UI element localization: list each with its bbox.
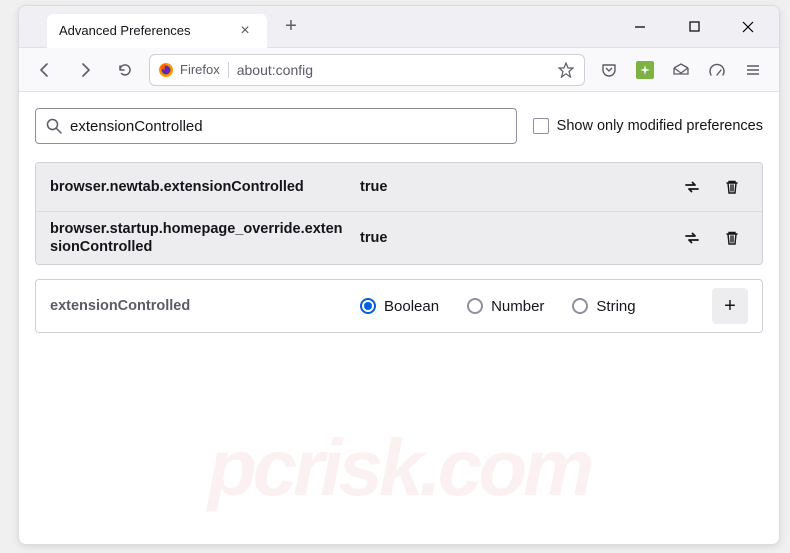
pref-value: true <box>360 179 666 195</box>
delete-button[interactable] <box>716 171 748 203</box>
modified-only-checkbox[interactable] <box>533 118 549 134</box>
tab-title: Advanced Preferences <box>59 23 235 38</box>
pocket-icon[interactable] <box>593 54 625 86</box>
pref-value: true <box>360 230 666 246</box>
pref-name: browser.newtab.extensionControlled <box>50 178 350 196</box>
navbar: Firefox about:config <box>19 48 779 92</box>
bookmark-star-icon[interactable] <box>556 60 576 80</box>
modified-only-checkbox-row[interactable]: Show only modified preferences <box>533 118 763 134</box>
toolbar-icons <box>593 54 769 86</box>
radio-label: Number <box>491 298 544 315</box>
back-button[interactable] <box>29 54 61 86</box>
titlebar: Advanced Preferences × + <box>19 6 779 48</box>
menu-button[interactable] <box>737 54 769 86</box>
watermark: pcrisk.com <box>208 422 590 514</box>
new-tab-button[interactable]: + <box>275 11 307 43</box>
url-identity: Firefox <box>158 62 229 78</box>
reload-button[interactable] <box>109 54 141 86</box>
search-input[interactable] <box>70 118 506 135</box>
meter-icon[interactable] <box>701 54 733 86</box>
search-box <box>35 108 517 144</box>
new-pref-name: extensionControlled <box>50 298 350 314</box>
pref-actions <box>676 222 748 254</box>
add-pref-button[interactable]: + <box>712 288 748 324</box>
search-icon <box>46 118 62 134</box>
window-controls <box>617 11 779 43</box>
radio-label: Boolean <box>384 298 439 315</box>
minimize-button[interactable] <box>617 11 663 43</box>
radio-number[interactable]: Number <box>467 298 544 315</box>
radio-boolean[interactable]: Boolean <box>360 298 439 315</box>
browser-window: Advanced Preferences × + <box>18 5 780 545</box>
content-area: Show only modified preferences browser.n… <box>19 92 779 349</box>
inbox-icon[interactable] <box>665 54 697 86</box>
firefox-logo-icon <box>158 62 174 78</box>
maximize-button[interactable] <box>671 11 717 43</box>
close-window-button[interactable] <box>725 11 771 43</box>
browser-tab[interactable]: Advanced Preferences × <box>47 14 267 48</box>
radio-input[interactable] <box>467 298 483 314</box>
pref-actions <box>676 171 748 203</box>
radio-string[interactable]: String <box>572 298 635 315</box>
close-tab-icon[interactable]: × <box>235 21 255 41</box>
radio-label: String <box>596 298 635 315</box>
radio-input[interactable] <box>360 298 376 314</box>
modified-only-label: Show only modified preferences <box>557 118 763 134</box>
prefs-table: browser.newtab.extensionControlled true … <box>35 162 763 265</box>
url-bar[interactable]: Firefox about:config <box>149 54 585 86</box>
radio-input[interactable] <box>572 298 588 314</box>
toggle-button[interactable] <box>676 171 708 203</box>
toggle-button[interactable] <box>676 222 708 254</box>
identity-label: Firefox <box>180 62 220 77</box>
pref-row: browser.startup.homepage_override.extens… <box>36 211 762 264</box>
delete-button[interactable] <box>716 222 748 254</box>
new-pref-container: extensionControlled Boolean Number Strin… <box>35 279 763 333</box>
type-options: Boolean Number String <box>360 298 702 315</box>
extension-icon[interactable] <box>629 54 661 86</box>
pref-name: browser.startup.homepage_override.extens… <box>50 220 350 256</box>
new-pref-row: extensionControlled Boolean Number Strin… <box>36 280 762 332</box>
url-text: about:config <box>237 62 548 78</box>
forward-button[interactable] <box>69 54 101 86</box>
search-row: Show only modified preferences <box>35 108 763 144</box>
pref-row: browser.newtab.extensionControlled true <box>36 163 762 211</box>
